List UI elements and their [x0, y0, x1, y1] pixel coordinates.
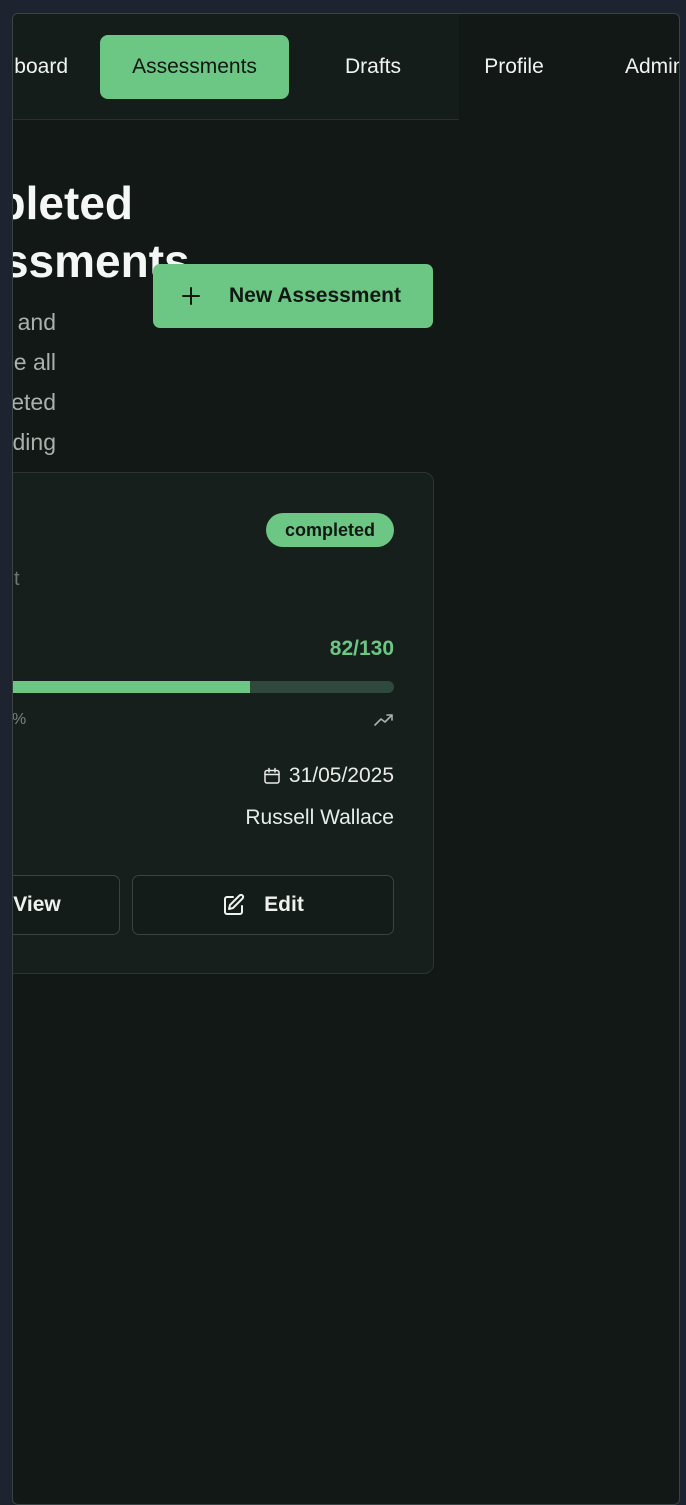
- page-subtitle-line2: your completed grading: [12, 389, 56, 455]
- date-text: 31/05/2025: [288, 764, 394, 787]
- edit-button-label: Edit: [264, 893, 304, 916]
- top-navigation: Dashboard Assessments Drafts Profile Adm…: [13, 14, 679, 120]
- assessor-name: Russell Wallace: [245, 806, 394, 829]
- status-badge: completed: [266, 513, 394, 547]
- progress-fill: [13, 681, 250, 693]
- page-title: Completed Assessments: [13, 174, 190, 290]
- assessment-date: 31/05/2025: [174, 761, 394, 791]
- nav-item-drafts[interactable]: Drafts: [313, 35, 433, 99]
- page-subtitle-line1: View and manage all: [13, 309, 56, 375]
- assessment-card: completed t 82/130 % 31/05/2025 Russell …: [12, 472, 434, 974]
- calendar-icon: [264, 767, 280, 784]
- view-button[interactable]: View: [13, 875, 120, 935]
- view-button-label: View: [13, 893, 61, 916]
- nav-item-admin[interactable]: Admin: [625, 35, 679, 99]
- progress-percent-text: %: [12, 711, 27, 728]
- card-meta-text: t: [14, 568, 20, 590]
- page-subtitle: View and manage all your completed gradi…: [12, 302, 56, 462]
- nav-item-profile[interactable]: Profile: [458, 35, 570, 99]
- new-assessment-label: New Assessment: [229, 284, 401, 307]
- plus-icon: [182, 287, 200, 305]
- edit-button[interactable]: Edit: [132, 875, 394, 935]
- nav-item-dashboard[interactable]: Dashboard: [13, 35, 68, 99]
- page-title-line1: Completed: [13, 177, 133, 229]
- app-window: Dashboard Assessments Drafts Profile Adm…: [12, 13, 680, 1505]
- score-value: 82/130: [329, 637, 394, 660]
- trend-up-icon: [374, 714, 393, 726]
- edit-icon: [224, 893, 245, 915]
- nav-item-assessments[interactable]: Assessments: [100, 35, 289, 99]
- progress-bar: [13, 681, 394, 693]
- new-assessment-button[interactable]: New Assessment: [153, 264, 433, 328]
